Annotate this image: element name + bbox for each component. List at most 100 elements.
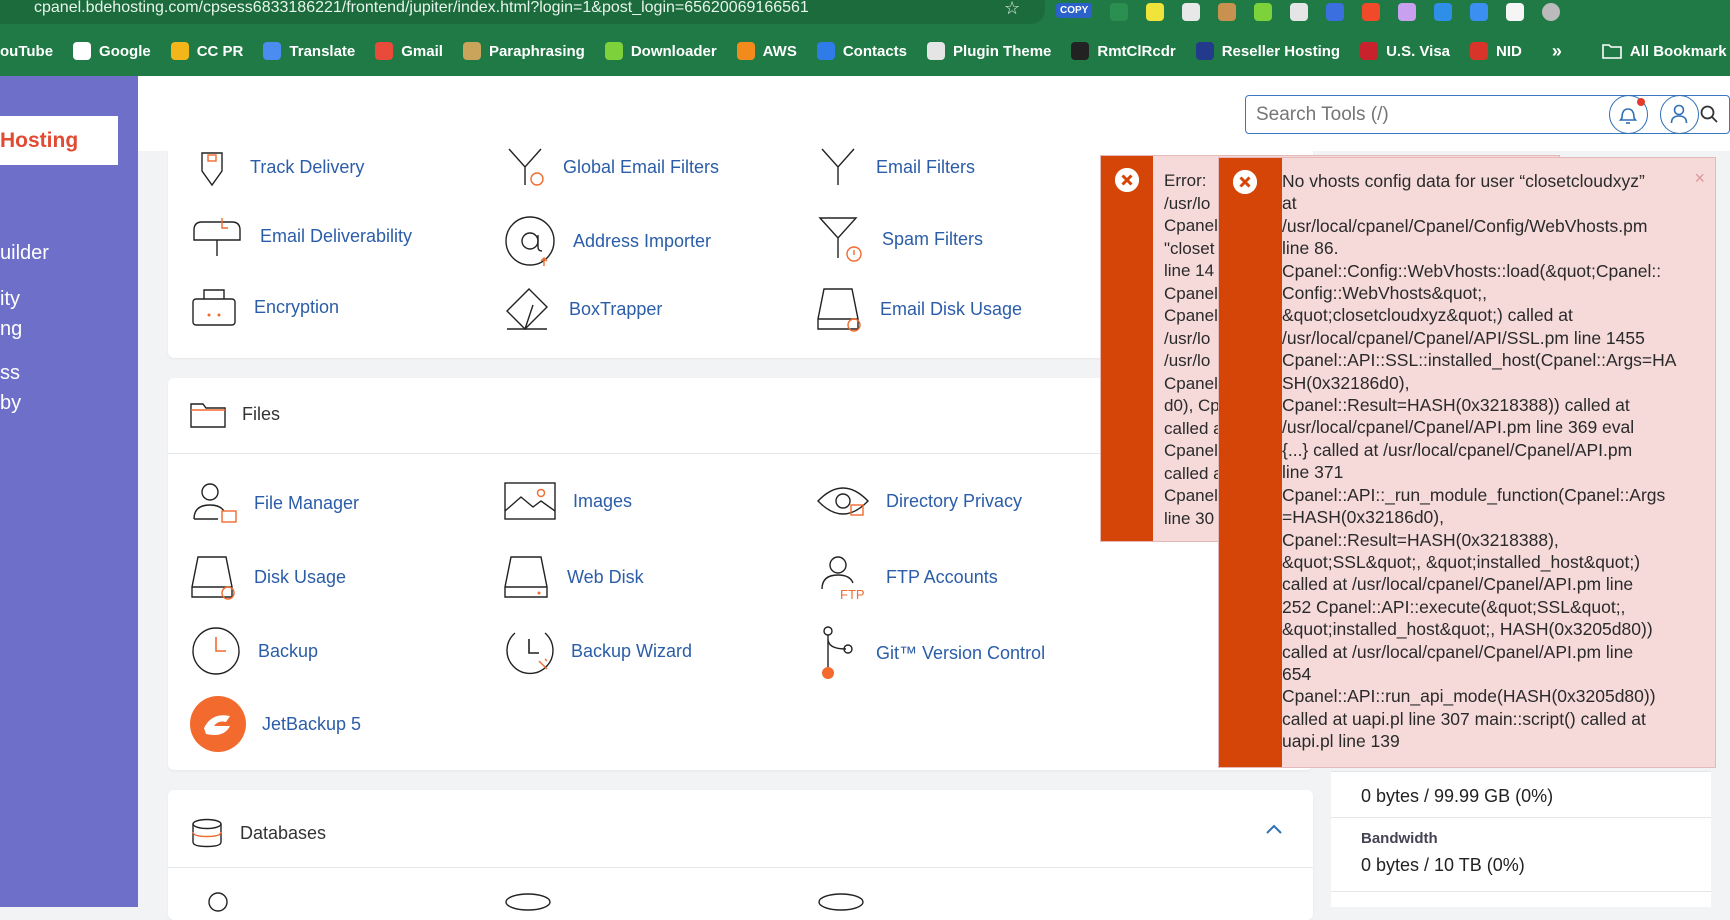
bookmark-label: Paraphrasing <box>488 42 585 60</box>
download-extension-icon[interactable] <box>1254 3 1272 21</box>
cookie-extension-icon[interactable] <box>1218 3 1236 21</box>
database-tool-icon[interactable] <box>816 892 866 912</box>
download-icon[interactable] <box>1470 3 1488 21</box>
picker-extension-icon[interactable] <box>1290 3 1308 21</box>
section-title: Files <box>242 403 281 424</box>
all-bookmarks-folder[interactable]: All Bookmark <box>1602 43 1727 60</box>
user-menu-button[interactable] <box>1660 95 1699 134</box>
bookmark-label: AWS <box>762 42 797 60</box>
sidebar-item[interactable]: ng <box>0 318 22 341</box>
bookmark-item[interactable]: Downloader <box>604 42 717 60</box>
files-section-header[interactable]: Files <box>190 400 280 428</box>
tool-label: BoxTrapper <box>569 298 663 319</box>
sidebar-item[interactable]: ity <box>0 288 20 311</box>
tool-email-deliverability[interactable]: Email Deliverability <box>190 214 412 258</box>
bookmark-list: ouTube Google CC PR Translate Gmail Paraphras… <box>0 42 1542 60</box>
chevron-up-icon[interactable] <box>1265 823 1283 835</box>
bookmark-item[interactable]: U.S. Visa <box>1360 42 1450 60</box>
track-delivery-icon <box>201 152 223 187</box>
bookmark-item[interactable]: ouTube <box>0 43 53 60</box>
tool-track-delivery[interactable]: Track Delivery <box>190 145 364 189</box>
file-manager-icon <box>193 483 237 523</box>
at-sign-icon <box>505 216 555 266</box>
close-icon[interactable]: × <box>1694 168 1705 189</box>
bookmark-item[interactable]: CC PR <box>170 42 244 60</box>
database-icon <box>192 818 222 848</box>
tool-images[interactable]: Images <box>503 481 632 521</box>
user-icon <box>1670 104 1688 124</box>
tool-git-version-control[interactable]: Git™ Version Control <box>816 625 1045 681</box>
tool-label: Backup <box>258 640 319 661</box>
extension-icon[interactable] <box>1146 3 1164 21</box>
extension-icon[interactable] <box>1326 3 1344 21</box>
bookmark-item[interactable]: Plugin Theme <box>927 42 1051 60</box>
bookmark-item[interactable]: RmtClRcdr <box>1071 42 1176 60</box>
ftp-user-icon: FTP <box>821 556 865 601</box>
brand-logo[interactable]: Hosting <box>0 116 118 165</box>
databases-section-card: Databases <box>168 790 1313 920</box>
folder-icon <box>190 403 226 428</box>
extension-icon[interactable] <box>1110 3 1128 21</box>
profile-avatar[interactable] <box>1542 3 1560 21</box>
tool-label: FTP Accounts <box>886 566 998 587</box>
error-icon <box>1115 168 1139 192</box>
bookmark-label: CC PR <box>196 42 244 60</box>
tool-global-email-filters[interactable]: Global Email Filters <box>503 145 719 189</box>
tool-label: Spam Filters <box>882 228 984 249</box>
database-tool-icon[interactable] <box>203 892 233 912</box>
error-toast-2: No vhosts config data for user “closetcl… <box>1218 157 1716 768</box>
bookmark-item[interactable]: Contacts <box>816 42 907 60</box>
bookmark-label: NID <box>1496 42 1522 60</box>
tool-spam-filters[interactable]: Spam Filters <box>816 214 983 264</box>
databases-section-header[interactable]: Databases <box>190 818 326 848</box>
tool-backup[interactable]: Backup <box>190 625 318 677</box>
bookmark-label: Google <box>99 42 151 60</box>
tool-email-disk-usage[interactable]: Email Disk Usage <box>816 285 1022 333</box>
extension-icon[interactable] <box>1434 3 1452 21</box>
bookmark-item[interactable]: AWS <box>736 42 797 60</box>
sidebar-item[interactable]: ss <box>0 362 20 385</box>
extension-icon[interactable] <box>1182 3 1200 21</box>
bandwidth-value: 0 bytes / 10 TB (0%) <box>1361 855 1525 875</box>
error-stripe <box>1219 158 1282 767</box>
extension-icon[interactable] <box>1362 3 1380 21</box>
bookmark-favicon-icon <box>604 42 623 60</box>
puzzle-extensions-icon[interactable] <box>1506 3 1524 21</box>
backup-wizard-icon <box>506 632 554 675</box>
bookmark-item[interactable]: Translate <box>263 42 355 60</box>
tool-web-disk[interactable]: Web Disk <box>503 553 644 601</box>
cpanel-sidebar: Hosting uilder ity ng ss by <box>0 76 138 907</box>
sidebar-item[interactable]: uilder <box>0 242 49 265</box>
bookmark-item[interactable]: Paraphrasing <box>462 42 585 60</box>
tool-label: Git™ Version Control <box>876 642 1046 663</box>
sidebar-item[interactable]: by <box>0 392 21 415</box>
copy-extension-icon[interactable]: COPY <box>1056 3 1093 18</box>
error-icon <box>1233 170 1257 194</box>
bookmark-item[interactable]: NID <box>1470 42 1522 60</box>
tool-directory-privacy[interactable]: Directory Privacy <box>816 481 1022 521</box>
tool-file-manager[interactable]: File Manager <box>190 481 359 525</box>
bookmark-star-icon[interactable]: ☆ <box>1004 0 1020 17</box>
tool-boxtrapper[interactable]: BoxTrapper <box>503 285 662 333</box>
bookmark-item[interactable]: Gmail <box>375 42 443 60</box>
bookmark-favicon-icon <box>375 42 394 60</box>
search-tools-box[interactable] <box>1245 95 1730 134</box>
tool-disk-usage[interactable]: Disk Usage <box>190 553 346 601</box>
tool-label: Directory Privacy <box>886 490 1023 511</box>
address-bar[interactable]: cpanel.bdehosting.com/cpsess6833186221/f… <box>0 0 1045 24</box>
tool-email-filters[interactable]: Email Filters <box>816 145 975 189</box>
bookmark-item[interactable]: Reseller Hosting <box>1195 42 1341 60</box>
tool-jetbackup[interactable]: JetBackup 5 <box>190 696 361 752</box>
database-tool-icon[interactable] <box>503 892 553 912</box>
tool-ftp-accounts[interactable]: FTP FTP Accounts <box>816 553 998 601</box>
search-icon[interactable] <box>1699 104 1719 124</box>
more-bookmarks-chevron[interactable]: » <box>1552 41 1562 62</box>
tool-label: Backup Wizard <box>571 640 693 661</box>
bookmark-item[interactable]: Google <box>73 42 151 60</box>
extension-icon[interactable] <box>1398 3 1416 21</box>
tool-encryption[interactable]: Encryption <box>190 285 339 329</box>
tool-address-importer[interactable]: Address Importer <box>503 214 711 268</box>
bookmark-label: Reseller Hosting <box>1221 42 1341 60</box>
tool-backup-wizard[interactable]: Backup Wizard <box>503 625 692 677</box>
notifications-button[interactable] <box>1609 95 1648 134</box>
